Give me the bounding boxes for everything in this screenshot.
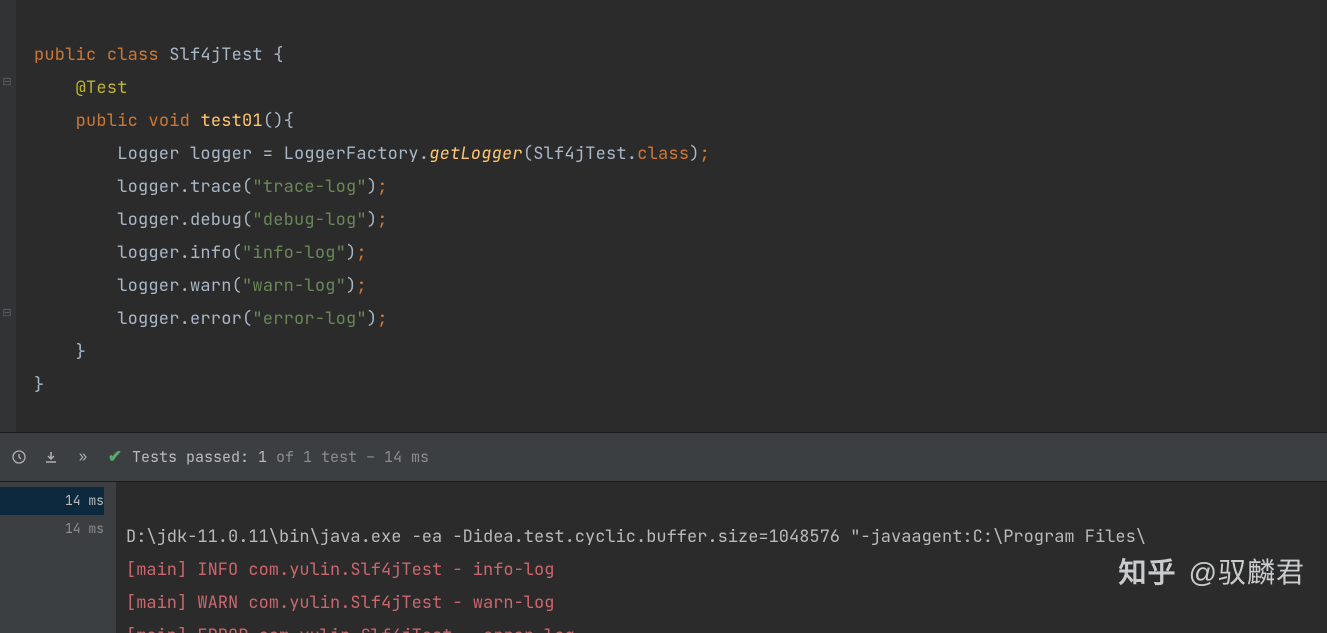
- keyword: public: [34, 44, 96, 66]
- check-icon: ✔: [106, 448, 124, 466]
- passed-count: 1: [258, 447, 267, 467]
- expand-icon[interactable]: »: [74, 448, 92, 466]
- brace: }: [76, 341, 86, 363]
- string-literal: "trace-log": [252, 176, 366, 198]
- annotation: @Test: [76, 77, 128, 99]
- test-toolbar: » ✔ Tests passed: 1 of 1 test – 14 ms: [0, 433, 1327, 482]
- semicolon: ;: [377, 308, 387, 330]
- console-line: D:\jdk-11.0.11\bin\java.exe -ea -Didea.t…: [126, 526, 1146, 548]
- code-text: logger.trace(: [117, 176, 252, 198]
- console-line-stderr: [main] ERROR com.yulin.Slf4jTest - error…: [126, 625, 575, 633]
- console-line-stderr: [main] WARN com.yulin.Slf4jTest - warn-l…: [126, 592, 554, 614]
- semicolon: ;: [377, 176, 387, 198]
- code-text: ): [367, 176, 377, 198]
- passed-suffix: of 1 test – 14 ms: [267, 447, 429, 467]
- brace: {: [273, 44, 283, 66]
- code-text: logger.error(: [117, 308, 252, 330]
- code-text: (Slf4jTest.: [523, 143, 637, 165]
- passed-prefix: Tests passed:: [132, 447, 258, 467]
- keyword: class: [637, 143, 689, 165]
- editor-gutter: ⊟ ⊟: [0, 0, 16, 432]
- test-body: 14 ms 14 ms D:\jdk-11.0.11\bin\java.exe …: [0, 482, 1327, 633]
- history-icon[interactable]: [10, 448, 28, 466]
- class-name: Slf4jTest: [169, 44, 263, 66]
- brace: }: [34, 374, 44, 396]
- console-line-stderr: [main] INFO com.yulin.Slf4jTest - info-l…: [126, 559, 554, 581]
- console-output[interactable]: D:\jdk-11.0.11\bin\java.exe -ea -Didea.t…: [116, 482, 1327, 633]
- semicolon: ;: [700, 143, 710, 165]
- code-editor[interactable]: ⊟ ⊟ public class Slf4jTest { @Test publi…: [0, 0, 1327, 432]
- string-literal: "error-log": [252, 308, 366, 330]
- keyword: public: [76, 110, 138, 132]
- code-text: ): [346, 242, 356, 264]
- tree-row-selected[interactable]: 14 ms: [0, 487, 104, 515]
- parens: (){: [263, 110, 294, 132]
- keyword: class: [107, 44, 159, 66]
- fold-icon[interactable]: ⊟: [1, 307, 13, 319]
- static-method: getLogger: [429, 143, 523, 165]
- code-text: ): [367, 308, 377, 330]
- semicolon: ;: [356, 275, 366, 297]
- semicolon: ;: [377, 209, 387, 231]
- code-text: ): [367, 209, 377, 231]
- method-name: test01: [200, 110, 262, 132]
- code-text: logger.warn(: [117, 275, 242, 297]
- string-literal: "info-log": [242, 242, 346, 264]
- code-content[interactable]: public class Slf4jTest { @Test public vo…: [16, 0, 728, 432]
- code-text: logger.info(: [117, 242, 242, 264]
- test-tree[interactable]: 14 ms 14 ms: [0, 482, 116, 633]
- keyword: void: [148, 110, 190, 132]
- string-literal: "debug-log": [252, 209, 366, 231]
- test-run-panel: » ✔ Tests passed: 1 of 1 test – 14 ms 14…: [0, 432, 1327, 633]
- string-literal: "warn-log": [242, 275, 346, 297]
- semicolon: ;: [356, 242, 366, 264]
- tests-passed-label: Tests passed: 1 of 1 test – 14 ms: [132, 447, 429, 467]
- tree-row[interactable]: 14 ms: [0, 515, 104, 543]
- fold-icon[interactable]: ⊟: [1, 76, 13, 88]
- code-text: Logger logger = LoggerFactory.: [117, 143, 429, 165]
- import-icon[interactable]: [42, 448, 60, 466]
- code-text: logger.debug(: [117, 209, 252, 231]
- code-text: ): [689, 143, 699, 165]
- code-text: ): [346, 275, 356, 297]
